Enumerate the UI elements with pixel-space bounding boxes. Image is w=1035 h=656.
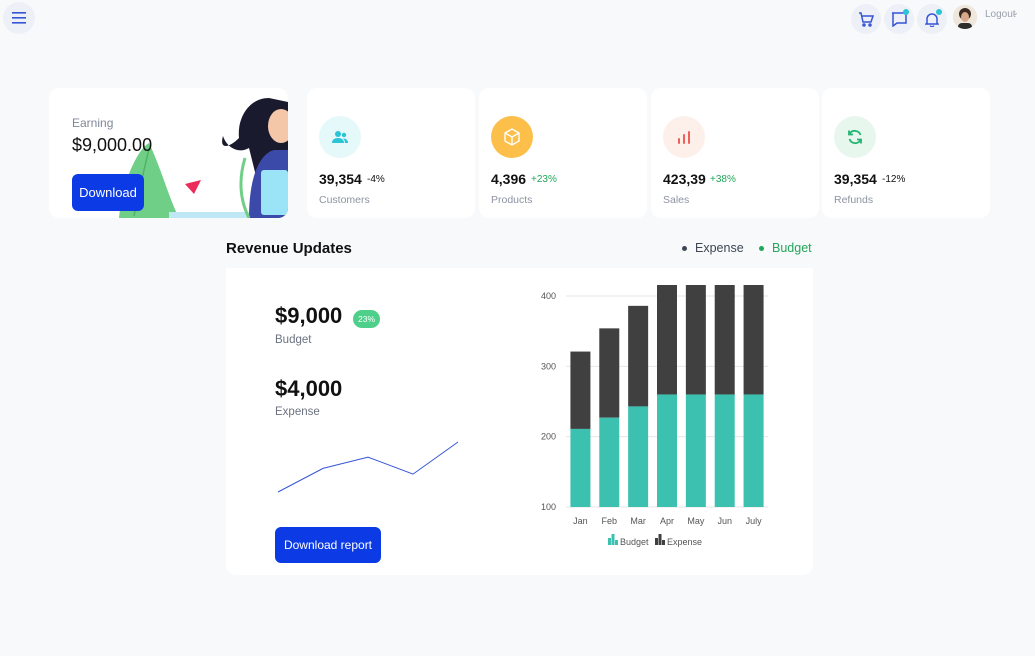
- bar-budget: [599, 417, 620, 507]
- logout-link[interactable]: Logout: [985, 9, 1016, 20]
- stat-value: 39,354: [319, 171, 362, 187]
- chat-notification-dot: [903, 9, 909, 15]
- bar-expense: [657, 285, 677, 395]
- bar-expense: [714, 285, 735, 395]
- stat-label: Products: [491, 194, 533, 206]
- y-tick-label: 100: [541, 502, 556, 512]
- stat-icon-wrap: [663, 116, 705, 158]
- bar-budget: [657, 394, 677, 507]
- revenue-title: Revenue Updates: [226, 240, 352, 257]
- refresh-icon: [848, 129, 862, 145]
- budget-value: $9,000: [275, 303, 343, 328]
- stat-icon-wrap: [834, 116, 876, 158]
- legend-expense-label: Expense: [695, 241, 744, 255]
- legend-dot-icon: [682, 245, 687, 251]
- legend-bar-icon: [658, 534, 662, 545]
- legend-bar-icon: [655, 538, 658, 545]
- stat-change: -12%: [882, 174, 906, 185]
- stat-label: Customers: [319, 194, 370, 206]
- legend-dot-icon: [759, 245, 764, 251]
- bar-expense: [685, 285, 706, 395]
- box-icon: [504, 128, 520, 146]
- earning-value: $9,000.00: [72, 135, 153, 155]
- bar-budget: [628, 406, 649, 507]
- stat-change: +38%: [710, 174, 736, 185]
- bar-budget: [743, 394, 764, 507]
- bar-expense: [743, 285, 764, 395]
- download-button[interactable]: Download: [72, 174, 144, 211]
- bar-expense: [570, 351, 591, 429]
- x-tick-label: July: [746, 516, 763, 526]
- expense-label: Expense: [275, 406, 320, 418]
- x-tick-label: Jan: [573, 516, 588, 526]
- y-tick-label: 200: [541, 432, 556, 442]
- bar-chart-icon: [678, 131, 690, 144]
- x-tick-label: Apr: [660, 516, 674, 526]
- legend-label: Expense: [667, 537, 702, 547]
- x-tick-label: Feb: [602, 516, 618, 526]
- hamburger-icon: [12, 12, 26, 24]
- notifications-button[interactable]: [917, 4, 947, 34]
- cart-button[interactable]: [851, 4, 881, 34]
- users-icon: [332, 131, 348, 143]
- stat-value: 423,39: [663, 171, 706, 187]
- stat-card-refunds: 39,354 -12% Refunds: [822, 88, 990, 218]
- bar-budget: [714, 394, 735, 507]
- expense-sparkline: [277, 441, 459, 493]
- stat-icon-wrap: [319, 116, 361, 158]
- legend-label: Budget: [620, 537, 649, 547]
- legend-expense[interactable]: Expense: [682, 241, 744, 255]
- legend-budget-label: Budget: [772, 241, 812, 255]
- stat-change: +23%: [531, 174, 557, 185]
- chat-button[interactable]: [884, 4, 914, 34]
- legend-budget[interactable]: Budget: [759, 241, 812, 255]
- bar-budget: [685, 394, 706, 507]
- expense-value: $4,000: [275, 376, 343, 401]
- stat-label: Refunds: [834, 194, 874, 206]
- stat-card-customers: 39,354 -4% Customers: [307, 88, 475, 218]
- x-tick-label: Jun: [717, 516, 732, 526]
- stat-icon-wrap: [491, 116, 533, 158]
- y-tick-label: 400: [541, 291, 556, 301]
- x-tick-label: Mar: [630, 516, 646, 526]
- budget-pct-badge: 23%: [353, 310, 380, 328]
- cart-icon: [859, 11, 874, 27]
- download-report-button[interactable]: Download report: [275, 527, 381, 563]
- chevron-down-icon[interactable]: ⌄: [1012, 8, 1019, 17]
- stat-card-products: 4,396 +23% Products: [479, 88, 647, 218]
- legend-bar-icon: [615, 540, 618, 545]
- legend-bar-icon: [611, 534, 615, 545]
- bar-expense: [628, 305, 649, 407]
- menu-button[interactable]: [3, 2, 35, 34]
- stat-label: Sales: [663, 194, 690, 206]
- x-tick-label: May: [687, 516, 705, 526]
- avatar[interactable]: [953, 5, 977, 29]
- earning-label: Earning: [72, 116, 114, 130]
- revenue-bar-chart: 100 200 300 400 Jan Feb Mar Apr May Jun July Budget…: [541, 285, 768, 547]
- earning-card: Earning $9,000.00 Download: [49, 88, 288, 218]
- y-tick-label: 300: [541, 361, 556, 371]
- stat-value: 39,354: [834, 171, 877, 187]
- legend-bar-icon: [608, 538, 611, 545]
- legend-bar-icon: [662, 540, 665, 545]
- user-photo-icon: [953, 5, 977, 29]
- bar-expense: [599, 328, 620, 418]
- budget-label: Budget: [275, 334, 312, 346]
- sparkline-path: [277, 441, 459, 493]
- bell-notification-dot: [936, 9, 942, 15]
- stat-card-sales: 423,39 +38% Sales: [651, 88, 819, 218]
- stat-value: 4,396: [491, 171, 527, 187]
- stat-change: -4%: [367, 174, 385, 185]
- bar-budget: [570, 428, 591, 507]
